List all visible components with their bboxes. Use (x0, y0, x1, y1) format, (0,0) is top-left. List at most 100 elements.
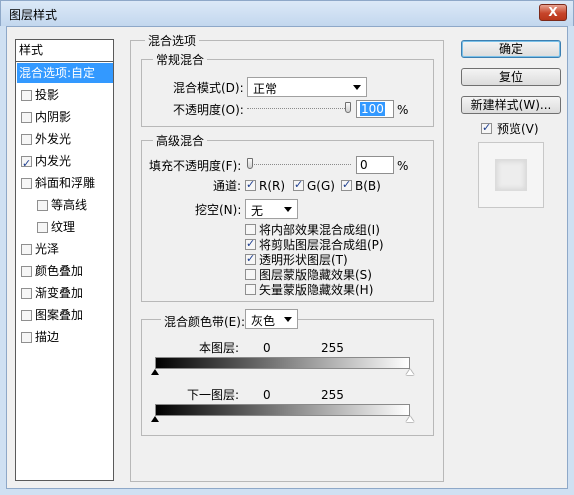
sidebar-item[interactable]: 渐变叠加 (17, 283, 113, 303)
sidebar-item-label: 斜面和浮雕 (35, 176, 96, 190)
this-layer-max: 255 (321, 341, 344, 355)
this-layer-white-slider[interactable] (406, 369, 414, 375)
sidebar-item-checkbox[interactable] (21, 266, 32, 277)
preview-label: 预览(V) (497, 122, 539, 136)
opacity-slider-thumb[interactable] (345, 102, 351, 113)
sidebar-item-label: 内阴影 (35, 110, 72, 124)
this-layer-min: 0 (263, 341, 271, 355)
sidebar-item[interactable]: 内阴影 (17, 107, 113, 127)
under-layer-label: 下一图层: (187, 388, 240, 402)
sidebar-item-checkbox[interactable] (21, 154, 32, 174)
channel-checkbox[interactable] (341, 178, 352, 191)
sidebar-item-label: 渐变叠加 (35, 286, 84, 300)
opacity-slider-track[interactable] (247, 108, 351, 110)
advanced-option-checkbox[interactable] (245, 237, 256, 250)
advanced-option-label: 图层蒙版隐藏效果(S) (259, 268, 372, 282)
sidebar-item-checkbox[interactable] (37, 200, 48, 211)
blend-mode-dropdown[interactable]: 正常 (247, 77, 367, 97)
sidebar-item-checkbox[interactable] (21, 134, 32, 145)
advanced-option-label: 将内部效果混合成组(I) (259, 223, 380, 237)
fill-opacity-slider-track[interactable] (247, 164, 351, 166)
sidebar-item[interactable]: 混合选项:自定 (17, 63, 113, 83)
blend-mode-label: 混合模式(D): (173, 81, 244, 95)
general-blend-title: 常规混合 (153, 53, 208, 67)
sidebar-item-label: 描边 (35, 330, 60, 344)
style-list: 样式 混合选项:自定投影内阴影外发光内发光斜面和浮雕等高线纹理光泽颜色叠加渐变叠… (15, 39, 114, 481)
blend-if-label: 混合颜色带(E): (161, 315, 248, 329)
style-preview-thumbnail (478, 142, 544, 208)
knockout-label: 挖空(N): (195, 203, 242, 217)
dialog-body: 样式 混合选项:自定投影内阴影外发光内发光斜面和浮雕等高线纹理光泽颜色叠加渐变叠… (6, 26, 568, 489)
opacity-input[interactable]: 100 (356, 100, 394, 118)
sidebar-item-checkbox[interactable] (21, 310, 32, 321)
sidebar-item[interactable]: 图案叠加 (17, 305, 113, 325)
sidebar-item[interactable]: 斜面和浮雕 (17, 173, 113, 193)
sidebar-item-label: 纹理 (51, 220, 76, 234)
sidebar-item-checkbox[interactable] (37, 222, 48, 233)
style-list-header[interactable]: 样式 (16, 40, 113, 62)
chevron-down-icon (284, 317, 292, 322)
sidebar-item[interactable]: 等高线 (17, 195, 113, 215)
advanced-option-label: 矢量蒙版隐藏效果(H) (259, 283, 374, 297)
opacity-value: 100 (360, 102, 385, 116)
sidebar-item-checkbox[interactable] (21, 112, 32, 123)
sidebar-item-label: 投影 (35, 88, 60, 102)
fill-opacity-value: 0 (360, 158, 368, 172)
this-layer-label: 本图层: (199, 341, 240, 355)
opacity-label: 不透明度(O): (173, 103, 244, 117)
sidebar-item-checkbox[interactable] (21, 332, 32, 343)
advanced-option-checkbox[interactable] (245, 284, 256, 295)
sidebar-item-label: 图案叠加 (35, 308, 84, 322)
sidebar-item[interactable]: 颜色叠加 (17, 261, 113, 281)
blend-if-dropdown[interactable]: 灰色 (245, 309, 298, 329)
sidebar-item[interactable]: 光泽 (17, 239, 113, 259)
sidebar-item-checkbox[interactable] (21, 244, 32, 255)
fill-opacity-input[interactable]: 0 (356, 156, 394, 174)
this-layer-black-slider[interactable] (151, 369, 159, 375)
ok-button[interactable]: 确定 (461, 40, 561, 58)
advanced-option-checkbox[interactable] (245, 269, 256, 280)
window-title: 图层样式 (9, 8, 58, 22)
fill-opacity-label: 填充不透明度(F): (149, 159, 242, 173)
advanced-option-checkbox[interactable] (245, 224, 256, 235)
sidebar-item-checkbox[interactable] (21, 90, 32, 101)
blend-mode-value: 正常 (253, 82, 278, 96)
sidebar-item-label: 外发光 (35, 132, 72, 146)
channel-checkbox[interactable] (293, 178, 304, 191)
advanced-blend-title: 高级混合 (153, 134, 208, 148)
close-button[interactable]: X (539, 4, 567, 21)
sidebar-item-label: 颜色叠加 (35, 264, 84, 278)
sidebar-item[interactable]: 纹理 (17, 217, 113, 237)
blend-if-group (141, 319, 434, 436)
channel-label: G(G) (307, 179, 335, 193)
sidebar-item-checkbox[interactable] (21, 178, 32, 189)
sidebar-item[interactable]: 外发光 (17, 129, 113, 149)
preview-checkbox[interactable] (481, 121, 492, 134)
advanced-option-label: 将剪贴图层混合成组(P) (259, 238, 384, 252)
sidebar-item[interactable]: 投影 (17, 85, 113, 105)
under-layer-gradient (155, 404, 410, 416)
sidebar-item-checkbox[interactable] (21, 288, 32, 299)
sidebar-item-label: 内发光 (35, 154, 72, 168)
channel-checkbox[interactable] (245, 178, 256, 191)
knockout-dropdown[interactable]: 无 (245, 199, 298, 219)
sidebar-item-label: 光泽 (35, 242, 60, 256)
opacity-unit: % (397, 103, 409, 117)
under-layer-max: 255 (321, 388, 344, 402)
fill-opacity-slider-thumb[interactable] (247, 158, 253, 169)
fill-opacity-unit: % (397, 159, 409, 173)
title-bar: 图层样式 X (0, 0, 574, 26)
sidebar-item[interactable]: 内发光 (17, 151, 113, 174)
chevron-down-icon (284, 207, 292, 212)
under-layer-min: 0 (263, 388, 271, 402)
knockout-value: 无 (251, 204, 264, 218)
channels-label: 通道: (213, 179, 242, 193)
advanced-option-checkbox[interactable] (245, 252, 256, 265)
new-style-button[interactable]: 新建样式(W)... (461, 96, 561, 114)
chevron-down-icon (353, 85, 361, 90)
under-layer-white-slider[interactable] (406, 416, 414, 422)
reset-button[interactable]: 复位 (461, 68, 561, 86)
under-layer-black-slider[interactable] (151, 416, 159, 422)
sidebar-item-label: 等高线 (51, 198, 88, 212)
sidebar-item[interactable]: 描边 (17, 327, 113, 347)
